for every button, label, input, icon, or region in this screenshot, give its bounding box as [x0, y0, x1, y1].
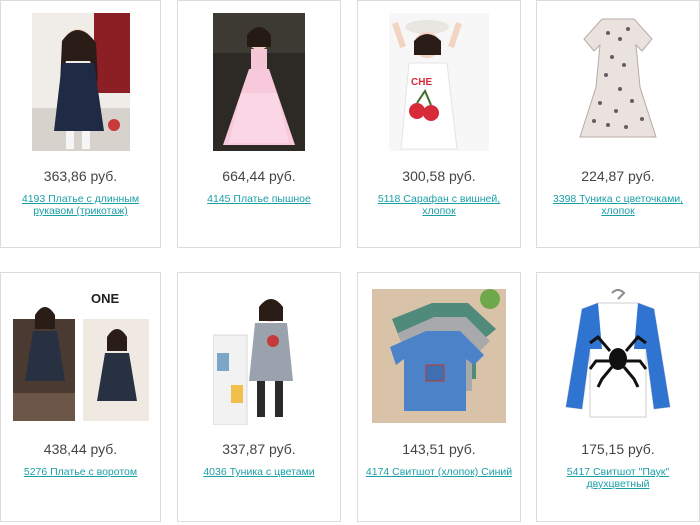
product-image[interactable]: ONE: [12, 289, 149, 421]
product-title-link[interactable]: 4174 Свитшот (хлопок) Синий: [364, 466, 514, 478]
product-title-link[interactable]: 5417 Свитшот "Паук" двухцветный: [543, 466, 693, 490]
product-card[interactable]: 143,51 руб. 4174 Свитшот (хлопок) Синий: [357, 272, 521, 522]
product-image[interactable]: [560, 289, 676, 423]
product-price: 175,15 руб.: [581, 441, 655, 457]
product-title-link[interactable]: 4193 Платье с длинным рукавом (трикотаж): [7, 193, 154, 217]
product-image[interactable]: [31, 13, 130, 151]
product-card[interactable]: CHE 300,58 руб. 5118 Сарафан с вишней, х…: [357, 0, 521, 248]
product-price: 300,58 руб.: [402, 168, 476, 184]
product-title-link[interactable]: 3398 Туника с цветочками, хлопок: [543, 193, 693, 217]
product-price: 337,87 руб.: [222, 441, 296, 457]
product-card[interactable]: 337,87 руб. 4036 Туника с цветами: [177, 272, 341, 522]
product-image[interactable]: CHE: [389, 13, 489, 151]
product-grid: 363,86 руб. 4193 Платье с длинным рукаво…: [0, 0, 700, 525]
product-price: 438,44 руб.: [43, 441, 118, 457]
product-card[interactable]: ONE 438,44 руб. 5276 Платье с воротом: [0, 272, 161, 522]
product-title-link[interactable]: 4145 Платье пышное: [184, 193, 334, 205]
product-card[interactable]: 224,87 руб. 3398 Туника с цветочками, хл…: [536, 0, 700, 248]
product-price: 363,86 руб.: [43, 168, 118, 184]
product-price: 224,87 руб.: [581, 168, 655, 184]
product-title-link[interactable]: 4036 Туника с цветами: [184, 466, 334, 478]
product-card[interactable]: 175,15 руб. 5417 Свитшот "Паук" двухцвет…: [536, 272, 700, 522]
product-price: 143,51 руб.: [402, 441, 476, 457]
product-image[interactable]: [213, 13, 305, 151]
product-card[interactable]: 363,86 руб. 4193 Платье с длинным рукаво…: [0, 0, 161, 248]
product-title-link[interactable]: 5118 Сарафан с вишней, хлопок: [364, 193, 514, 217]
product-image[interactable]: [372, 289, 506, 423]
image-overlay-text: ONE: [91, 291, 120, 306]
product-image[interactable]: [213, 289, 305, 425]
svg-text:CHE: CHE: [411, 77, 432, 88]
product-price: 664,44 руб.: [222, 168, 296, 184]
product-card[interactable]: 664,44 руб. 4145 Платье пышное: [177, 0, 341, 248]
product-title-link[interactable]: 5276 Платье с воротом: [7, 466, 154, 478]
product-image[interactable]: [556, 13, 680, 151]
